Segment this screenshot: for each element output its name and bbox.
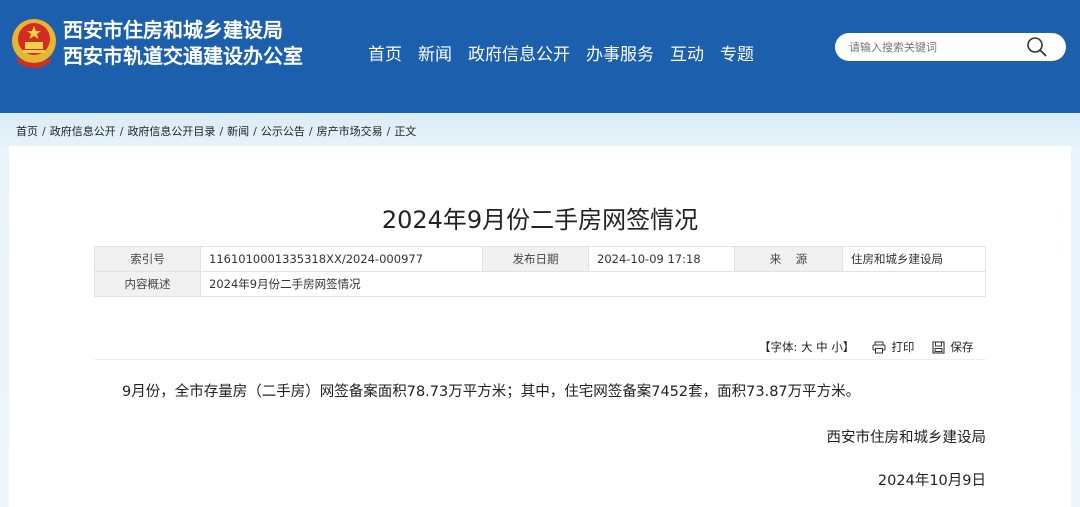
nav-services[interactable]: 办事服务 (586, 40, 654, 65)
nav-topics[interactable]: 专题 (720, 40, 754, 65)
org-name-primary: 西安市住房和城乡建设局 (63, 18, 283, 42)
breadcrumb-news[interactable]: 新闻 (227, 125, 249, 138)
org-name-secondary: 西安市轨道交通建设办公室 (63, 44, 303, 68)
article-tools: 【字体: 大 中 小】 打印 保存 (759, 339, 973, 355)
breadcrumb-current: 正文 (394, 125, 417, 138)
printer-icon (872, 341, 886, 353)
summary-value: 2024年9月份二手房网签情况 (200, 271, 986, 297)
article-signature: 西安市住房和城乡建设局 (826, 430, 987, 446)
nav-interaction[interactable]: 互动 (670, 40, 704, 65)
national-emblem-icon (12, 19, 56, 68)
date-value: 2024-10-09 17:18 (588, 246, 735, 272)
breadcrumb-home[interactable]: 首页 (16, 125, 38, 138)
org-names[interactable]: 西安市住房和城乡建设局 西安市轨道交通建设办公室 (63, 17, 303, 69)
nav-gov-info[interactable]: 政府信息公开 (468, 40, 570, 65)
breadcrumb-gov-info-catalog[interactable]: 政府信息公开目录 (127, 125, 215, 138)
save-button[interactable]: 保存 (932, 339, 973, 355)
print-label: 打印 (891, 340, 915, 354)
print-button[interactable]: 打印 (872, 339, 914, 355)
nav-news[interactable]: 新闻 (418, 40, 452, 65)
save-icon (932, 340, 945, 354)
nav-home[interactable]: 首页 (368, 40, 402, 65)
save-label: 保存 (950, 340, 974, 354)
article-body: 9月份，全市存量房（二手房）网签备案面积78.73万平方米；其中，住宅网签备案7… (122, 384, 861, 400)
source-value: 住房和城乡建设局 (842, 246, 986, 272)
page-title: 2024年9月份二手房网签情况 (381, 206, 699, 234)
search-icon[interactable] (1025, 36, 1049, 58)
summary-label: 内容概述 (94, 271, 201, 297)
article-date: 2024年10月9日 (877, 473, 986, 489)
content-divider (94, 359, 986, 360)
index-label: 索引号 (94, 246, 201, 272)
site-header: 西安市住房和城乡建设局 西安市轨道交通建设办公室 首页 新闻 政府信息公开 办事… (0, 0, 1080, 113)
index-value: 1161010001335318XX/2024-000977 (200, 246, 483, 272)
breadcrumb-gov-info[interactable]: 政府信息公开 (50, 125, 116, 138)
breadcrumb-announcements[interactable]: 公示公告 (261, 125, 305, 138)
font-size-selector[interactable]: 【字体: 大 中 小】 (759, 339, 854, 355)
breadcrumb-housing-market[interactable]: 房产市场交易 (317, 125, 383, 138)
search-input[interactable] (849, 37, 1019, 57)
breadcrumb: 首页 / 政府信息公开 / 政府信息公开目录 / 新闻 / 公示公告 / 房产市场交易 / 正文 (16, 125, 417, 138)
article-meta-table: 索引号 1161010001335318XX/2024-000977 发布日期 … (94, 246, 986, 297)
article-card: 2024年9月份二手房网签情况 索引号 1161010001335318XX/2… (9, 146, 1071, 507)
search-box (835, 33, 1066, 61)
main-nav: 首页 新闻 政府信息公开 办事服务 互动 专题 (368, 40, 770, 65)
date-label: 发布日期 (482, 246, 589, 272)
source-label: 来 源 (734, 246, 843, 272)
